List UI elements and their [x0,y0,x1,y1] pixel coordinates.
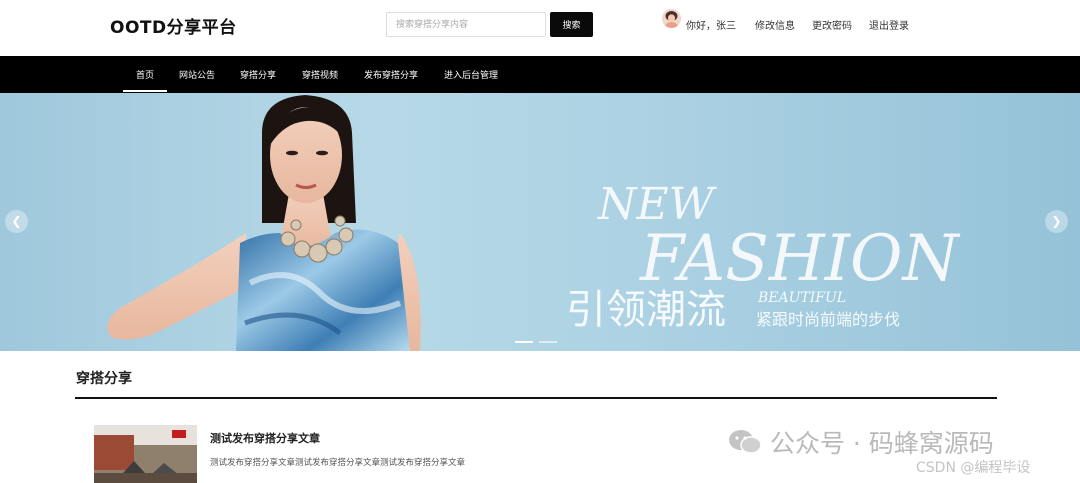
banner-image: NEW FASHION 引领潮流 BEAUTIFUL 紧跟时尚前端的步伐 [107,95,960,351]
watermark-wechat: 公众号 · 码蜂窝源码 [728,424,994,460]
banner-sub-cn: 紧跟时尚前端的步伐 [756,310,900,329]
chevron-right-icon: ❯ [1051,214,1062,228]
watermark-csdn: CSDN @编程毕设 [916,460,1031,476]
top-header: OOTD分享平台 搜索 你好，张三 修改信息 更改密码 退出登录 [0,0,1080,56]
change-password-link[interactable]: 更改密码 [812,17,852,32]
post-title[interactable]: 测试发布穿搭分享文章 [210,430,320,446]
search-button[interactable]: 搜索 [550,12,593,37]
nav-item-outfit-share[interactable]: 穿搭分享 [240,68,276,81]
nav-item-publish-share[interactable]: 发布穿搭分享 [364,68,418,81]
watermark-text: 公众号 · 码蜂窝源码 [769,429,994,458]
nav-active-indicator [123,90,167,92]
search-input[interactable] [386,12,546,37]
user-greeting: 你好，张三 [686,21,736,32]
site-logo[interactable]: OOTD分享平台 [110,13,237,38]
banner-sub-en: BEAUTIFUL [757,290,846,306]
carousel-dot[interactable] [515,341,533,343]
logout-link[interactable]: 退出登录 [869,17,909,32]
nav-item-announcements[interactable]: 网站公告 [179,68,215,81]
post-excerpt: 测试发布穿搭分享文章测试发布穿搭分享文章测试发布穿搭分享文章 [210,458,466,468]
edit-profile-link[interactable]: 修改信息 [755,17,795,32]
chevron-left-icon: ❮ [11,214,22,228]
user-avatar[interactable] [662,9,681,28]
banner-carousel[interactable]: NEW FASHION 引领潮流 BEAUTIFUL 紧跟时尚前端的步伐 ❮ ❯ [0,93,1080,351]
nav-item-outfit-videos[interactable]: 穿搭视频 [302,68,338,81]
main-nav: 首页 网站公告 穿搭分享 穿搭视频 发布穿搭分享 进入后台管理 [0,56,1080,93]
section-divider [75,397,997,399]
banner-headline-cn: 引领潮流 [566,287,726,333]
section-title: 穿搭分享 [76,371,132,387]
carousel-next-button[interactable]: ❯ [1045,210,1068,233]
carousel-prev-button[interactable]: ❮ [5,210,28,233]
nav-item-home[interactable]: 首页 [136,68,154,81]
nav-item-admin[interactable]: 进入后台管理 [444,68,498,81]
banner-headline-fashion: FASHION [639,222,960,296]
carousel-dot[interactable] [539,341,557,343]
post-thumbnail[interactable] [94,425,197,483]
wechat-icon [728,429,762,455]
